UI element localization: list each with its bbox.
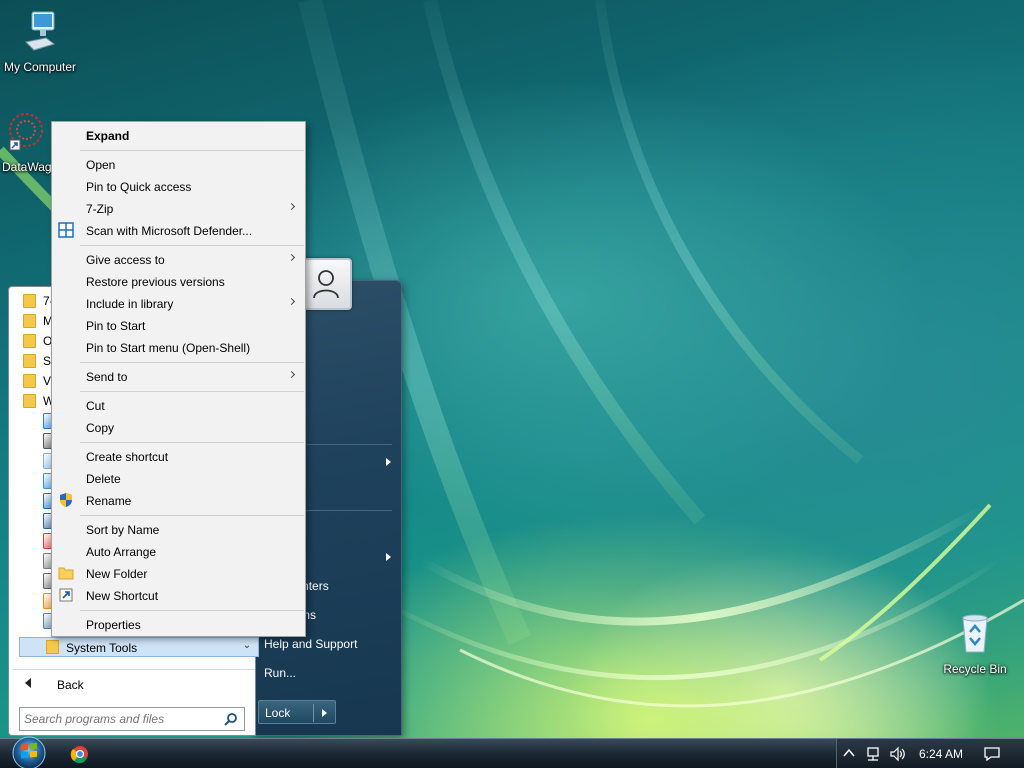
context-menu: Expand Open Pin to Quick access 7-Zip Scan w… bbox=[51, 121, 306, 637]
menu-item-label: Delete bbox=[86, 472, 121, 486]
start-menu-folder-system-tools[interactable]: System Tools ⌄ bbox=[19, 637, 259, 657]
start-search-box[interactable] bbox=[19, 707, 245, 731]
menu-item-open[interactable]: Open bbox=[52, 153, 305, 175]
folder-label: System Tools bbox=[66, 641, 138, 655]
menu-item-send-to[interactable]: Send to bbox=[52, 365, 305, 387]
menu-item-label: Auto Arrange bbox=[86, 545, 157, 559]
show-hidden-icons-chevron-icon[interactable] bbox=[843, 748, 855, 758]
lock-label: Lock bbox=[265, 706, 291, 720]
start-menu-back-button[interactable]: Back bbox=[13, 669, 255, 695]
menu-item-properties[interactable]: Properties bbox=[52, 613, 305, 635]
network-icon[interactable] bbox=[865, 746, 881, 762]
divider bbox=[313, 704, 314, 722]
menu-item-give-access-to[interactable]: Give access to bbox=[52, 248, 305, 270]
menu-item-cut[interactable]: Cut bbox=[52, 394, 305, 416]
volume-icon[interactable] bbox=[889, 746, 907, 762]
back-label: Back bbox=[57, 678, 84, 692]
menu-item-label: Pin to Start bbox=[86, 319, 146, 333]
uac-shield-icon bbox=[58, 492, 74, 508]
menu-item-label: 7-Zip bbox=[86, 202, 114, 216]
menu-item-auto-arrange[interactable]: Auto Arrange bbox=[52, 540, 305, 562]
menu-separator bbox=[80, 362, 304, 363]
menu-separator bbox=[80, 610, 304, 611]
folder-icon bbox=[23, 314, 36, 328]
menu-item-restore-previous-versions[interactable]: Restore previous versions bbox=[52, 270, 305, 292]
menu-item-label: Copy bbox=[86, 421, 115, 435]
start-button[interactable] bbox=[6, 735, 52, 768]
desktop-icon-my-computer[interactable]: My Computer bbox=[0, 10, 80, 74]
menu-separator bbox=[80, 391, 304, 392]
menu-item-label: Expand bbox=[86, 129, 130, 143]
defender-icon bbox=[58, 222, 74, 238]
desktop-icon-recycle-bin[interactable]: Recycle Bin bbox=[935, 612, 1015, 676]
submenu-arrow-icon bbox=[386, 553, 391, 561]
folder-icon bbox=[58, 565, 74, 581]
start-search-input[interactable] bbox=[24, 711, 220, 727]
menu-item-label: Give access to bbox=[86, 253, 165, 267]
lock-button[interactable]: Lock bbox=[258, 700, 336, 724]
menu-item-pin-to-start[interactable]: Pin to Start bbox=[52, 314, 305, 336]
computer-icon bbox=[24, 11, 56, 51]
system-tray: 6:24 AM bbox=[836, 739, 1024, 768]
submenu-arrow-icon bbox=[287, 297, 296, 306]
menu-separator bbox=[80, 515, 304, 516]
notification-center-icon[interactable] bbox=[983, 746, 1001, 762]
folder-icon bbox=[23, 374, 36, 388]
menu-item-label: Cut bbox=[86, 399, 105, 413]
search-icon[interactable] bbox=[224, 712, 238, 726]
folder-icon bbox=[23, 334, 36, 348]
menu-item-copy[interactable]: Copy bbox=[52, 416, 305, 438]
menu-item-label: Open bbox=[86, 158, 116, 172]
folder-icon bbox=[23, 394, 36, 408]
menu-item-new-shortcut[interactable]: New Shortcut bbox=[52, 584, 305, 606]
power-options-arrow-icon[interactable] bbox=[322, 709, 327, 717]
menu-separator bbox=[80, 245, 304, 246]
menu-item-7-zip[interactable]: 7-Zip bbox=[52, 197, 305, 219]
desktop-icon-label: My Computer bbox=[3, 60, 77, 74]
shortcut-icon bbox=[58, 587, 74, 603]
recycle-bin-icon bbox=[962, 614, 988, 653]
menu-item-label: Properties bbox=[86, 618, 141, 632]
menu-item-pin-to-start-menu-open-shell[interactable]: Pin to Start menu (Open-Shell) bbox=[52, 336, 305, 358]
menu-item-delete[interactable]: Delete bbox=[52, 467, 305, 489]
start-link-run[interactable]: Run... bbox=[264, 666, 296, 680]
back-arrow-icon bbox=[25, 678, 31, 688]
submenu-arrow-icon bbox=[386, 458, 391, 466]
folder-icon bbox=[23, 294, 36, 308]
menu-item-rename[interactable]: Rename bbox=[52, 489, 305, 511]
submenu-arrow-icon bbox=[287, 202, 296, 211]
desktop-icon-label: Recycle Bin bbox=[943, 662, 1007, 676]
menu-item-label: Pin to Quick access bbox=[86, 180, 192, 194]
menu-item-scan-with-microsoft-defender[interactable]: Scan with Microsoft Defender... bbox=[52, 219, 305, 241]
menu-item-label: Sort by Name bbox=[86, 523, 160, 537]
menu-item-label: Rename bbox=[86, 494, 132, 508]
chrome-icon[interactable] bbox=[62, 741, 98, 767]
menu-separator bbox=[80, 442, 304, 443]
menu-item-new-folder[interactable]: New Folder bbox=[52, 562, 305, 584]
menu-item-label: New Shortcut bbox=[86, 589, 159, 603]
start-link-help-and-support[interactable]: Help and Support bbox=[264, 637, 357, 651]
menu-item-sort-by-name[interactable]: Sort by Name bbox=[52, 518, 305, 540]
datawag-shortcut-icon bbox=[9, 113, 43, 151]
menu-item-label: Create shortcut bbox=[86, 450, 169, 464]
menu-item-label: Pin to Start menu (Open-Shell) bbox=[86, 341, 251, 355]
user-icon bbox=[313, 270, 339, 299]
menu-item-label: Restore previous versions bbox=[86, 275, 225, 289]
menu-item-create-shortcut[interactable]: Create shortcut bbox=[52, 445, 305, 467]
taskbar: 6:24 AM bbox=[0, 735, 1024, 768]
folder-icon bbox=[23, 354, 36, 368]
menu-item-include-in-library[interactable]: Include in library bbox=[52, 292, 305, 314]
menu-item-label: Scan with Microsoft Defender... bbox=[86, 224, 253, 238]
menu-item-expand[interactable]: Expand bbox=[52, 124, 305, 146]
menu-item-label: Send to bbox=[86, 370, 128, 384]
menu-item-pin-to-quick-access[interactable]: Pin to Quick access bbox=[52, 175, 305, 197]
menu-separator bbox=[80, 150, 304, 151]
taskbar-clock[interactable]: 6:24 AM bbox=[919, 747, 963, 761]
menu-item-label: New Folder bbox=[86, 567, 148, 581]
user-account-picture[interactable] bbox=[300, 258, 352, 310]
submenu-arrow-icon bbox=[287, 253, 296, 262]
folder-icon bbox=[46, 640, 59, 654]
submenu-arrow-icon bbox=[287, 370, 296, 379]
menu-item-label: Include in library bbox=[86, 297, 174, 311]
